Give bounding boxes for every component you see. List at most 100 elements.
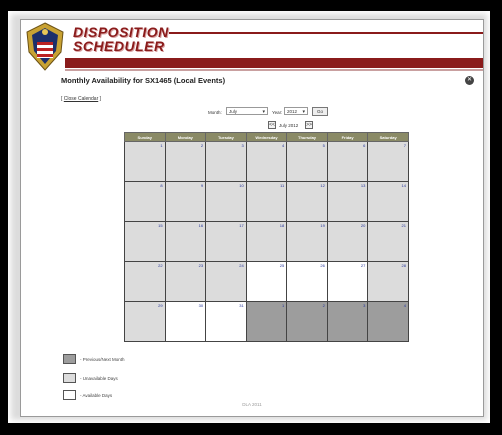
- calendar-week-row: 29 30 31 1 2 3 4: [124, 301, 409, 342]
- bracket-close: ]: [99, 96, 102, 102]
- day-number: 29: [158, 303, 163, 308]
- calendar-day-cell: 8: [124, 181, 166, 222]
- day-number: 6: [363, 143, 366, 148]
- calendar-day-cell: 11: [245, 181, 288, 222]
- calendar-day-cell[interactable]: 25: [245, 261, 288, 302]
- calendar-day-cell[interactable]: 30: [164, 301, 207, 342]
- day-number: 21: [401, 223, 406, 228]
- legend-label: - Previous/Next Month: [80, 357, 125, 362]
- calendar-day-cell: 7: [367, 141, 409, 182]
- weekday-header-thursday: Thursday: [286, 132, 328, 142]
- day-number: 24: [239, 263, 244, 268]
- calendar-day-cell: 21: [367, 221, 409, 262]
- day-number: 19: [320, 223, 325, 228]
- legend-label: - Unavailable Days: [80, 376, 118, 381]
- calendar-week-row: 1 2 3 4 5 6 7: [124, 141, 409, 182]
- calendar-grid: Sunday Monday Tuesday Wednesday Thursday Frid…: [124, 132, 409, 342]
- year-label: Year:: [272, 110, 283, 115]
- calendar-day-cell: 2: [164, 141, 207, 182]
- month-select[interactable]: July ▾: [226, 107, 268, 115]
- weekday-header-sunday: Sunday: [124, 132, 166, 142]
- month-label: Month:: [208, 110, 222, 115]
- calendar-day-cell: 17: [205, 221, 247, 262]
- calendar-day-cell: 1: [124, 141, 166, 182]
- day-number: 31: [239, 303, 244, 308]
- day-number: 2: [322, 303, 325, 308]
- calendar-day-cell: 14: [367, 181, 409, 222]
- calendar-week-row: 8 9 10 11 12 13 14: [124, 181, 409, 222]
- day-number: 23: [198, 263, 204, 268]
- close-icon[interactable]: ✕: [465, 76, 474, 85]
- day-number: 4: [403, 303, 406, 308]
- calendar-day-cell: 19: [286, 221, 328, 262]
- day-number: 3: [241, 143, 244, 148]
- day-number: 15: [158, 223, 163, 228]
- go-button[interactable]: Go: [312, 107, 328, 116]
- day-number: 18: [279, 223, 285, 228]
- calendar-day-cell: 15: [124, 221, 166, 262]
- calendar-week-row: 15 16 17 18 19 20 21: [124, 221, 409, 262]
- calendar-day-cell: 29: [124, 301, 166, 342]
- weekday-header-wednesday: Wednesday: [245, 132, 288, 142]
- calendar-day-cell: 16: [164, 221, 207, 262]
- calendar-day-cell[interactable]: 27: [326, 261, 369, 302]
- calendar-day-cell: 24: [205, 261, 247, 302]
- day-number: 25: [279, 263, 285, 268]
- calendar-day-cell: 4: [367, 301, 409, 342]
- calendar-day-cell: 5: [286, 141, 328, 182]
- calendar-day-cell: 28: [367, 261, 409, 302]
- day-number: 11: [280, 183, 285, 188]
- calendar-day-cell: 12: [286, 181, 328, 222]
- day-number: 10: [239, 183, 244, 188]
- calendar-day-cell: 18: [245, 221, 288, 262]
- day-number: 3: [363, 303, 366, 308]
- legend-swatch: [63, 373, 76, 383]
- weekday-header-row: Sunday Monday Tuesday Wednesday Thursday Frid…: [124, 132, 409, 142]
- day-number: 20: [360, 223, 366, 228]
- year-select[interactable]: 2012 ▾: [284, 107, 308, 115]
- day-number: 14: [401, 183, 406, 188]
- day-number: 2: [200, 143, 204, 148]
- weekday-header-saturday: Saturday: [367, 132, 409, 142]
- day-number: 16: [198, 223, 204, 228]
- day-number: 30: [198, 303, 204, 308]
- calendar-day-cell: 1: [245, 301, 288, 342]
- header-bar-accent: [65, 69, 483, 71]
- bracket-open: [: [61, 96, 63, 102]
- chevron-down-icon: ▾: [302, 109, 305, 115]
- page-container: DISPOSITION SCHEDULER Monthly Availabili…: [20, 19, 484, 417]
- agency-seal-icon: [26, 22, 64, 71]
- day-number: 7: [403, 143, 406, 148]
- weekday-header-tuesday: Tuesday: [205, 132, 247, 142]
- next-month-button[interactable]: >>: [305, 121, 313, 129]
- day-number: 5: [322, 143, 325, 148]
- calendar-day-cell[interactable]: 26: [286, 261, 328, 302]
- day-number: 27: [360, 263, 366, 268]
- weekday-header-monday: Monday: [164, 132, 207, 142]
- close-calendar-link[interactable]: Close Calendar: [64, 96, 98, 102]
- day-number: 8: [160, 183, 163, 188]
- calendar-day-cell: 2: [286, 301, 328, 342]
- prev-month-button[interactable]: <<: [268, 121, 276, 129]
- current-month-label: July 2012: [279, 123, 299, 128]
- calendar-day-cell: 3: [205, 141, 247, 182]
- calendar-day-cell[interactable]: 31: [205, 301, 247, 342]
- header-bar: [65, 58, 483, 68]
- calendar-day-cell: 20: [326, 221, 369, 262]
- calendar-day-cell: 22: [124, 261, 166, 302]
- page-title: Monthly Availability for SX1465 (Local E…: [61, 76, 226, 85]
- calendar-day-cell: 23: [164, 261, 207, 302]
- calendar-day-cell: 6: [326, 141, 369, 182]
- calendar-day-cell: 3: [326, 301, 369, 342]
- calendar-week-row: 22 23 24 25 26 27 28: [124, 261, 409, 302]
- app-header: DISPOSITION SCHEDULER: [21, 20, 483, 74]
- day-number: 17: [239, 223, 244, 228]
- day-number: 13: [360, 183, 366, 188]
- calendar-day-cell: 9: [164, 181, 207, 222]
- legend-label: - Available Days: [80, 393, 113, 398]
- header-rule: [169, 32, 483, 34]
- day-number: 26: [320, 263, 325, 268]
- legend-swatch: [63, 390, 76, 400]
- day-number: 22: [158, 263, 163, 268]
- year-select-value: 2012: [287, 109, 298, 114]
